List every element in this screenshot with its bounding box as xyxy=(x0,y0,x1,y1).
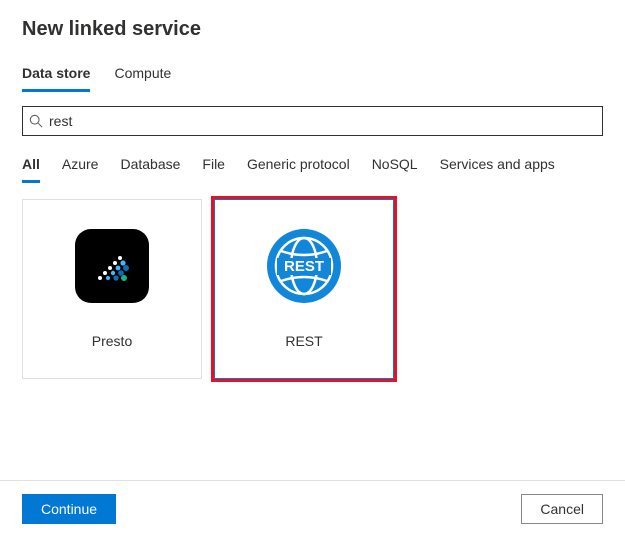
filter-nosql[interactable]: NoSQL xyxy=(372,150,418,183)
filter-azure[interactable]: Azure xyxy=(62,150,99,183)
footer-bar: Continue Cancel xyxy=(0,480,625,536)
top-tabs: Data store Compute xyxy=(22,59,603,92)
cancel-button[interactable]: Cancel xyxy=(521,494,603,524)
tab-compute[interactable]: Compute xyxy=(114,59,171,92)
filter-all[interactable]: All xyxy=(22,150,40,183)
rest-icon: REST xyxy=(267,229,341,303)
filter-file[interactable]: File xyxy=(202,150,225,183)
search-box[interactable] xyxy=(22,106,603,136)
card-rest-label: REST xyxy=(285,333,322,349)
filter-services-apps[interactable]: Services and apps xyxy=(440,150,555,183)
presto-icon xyxy=(75,229,149,303)
page-title: New linked service xyxy=(22,18,603,41)
card-rest[interactable]: REST REST xyxy=(214,199,394,379)
search-icon xyxy=(29,114,43,128)
search-input[interactable] xyxy=(49,113,596,129)
card-presto-label: Presto xyxy=(92,333,132,349)
tab-data-store[interactable]: Data store xyxy=(22,59,90,92)
filter-database[interactable]: Database xyxy=(120,150,180,183)
filter-tabs: All Azure Database File Generic protocol… xyxy=(22,150,603,183)
connector-grid: Presto REST REST xyxy=(22,189,603,379)
continue-button[interactable]: Continue xyxy=(22,494,116,524)
filter-generic-protocol[interactable]: Generic protocol xyxy=(247,150,350,183)
card-presto[interactable]: Presto xyxy=(22,199,202,379)
svg-text:REST: REST xyxy=(284,258,324,275)
